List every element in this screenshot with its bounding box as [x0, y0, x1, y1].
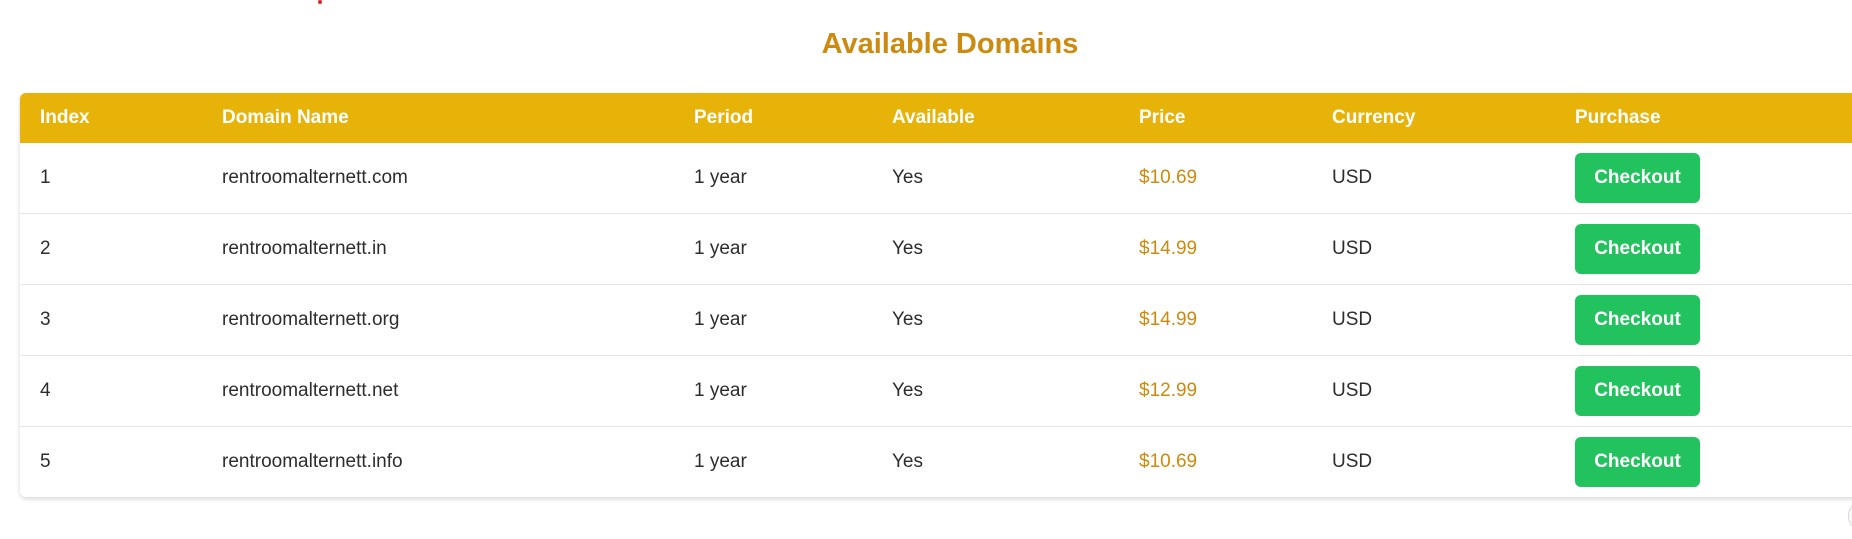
cell-period: 1 year	[674, 143, 872, 214]
header-domain-name: Domain Name	[202, 93, 674, 143]
header-period: Period	[674, 93, 872, 143]
cell-currency: USD	[1312, 213, 1555, 285]
table-row: 1 rentroomalternett.com 1 year Yes $10.6…	[20, 143, 1852, 214]
cell-domain: rentroomalternett.org	[202, 284, 674, 356]
table-row: 3 rentroomalternett.org 1 year Yes $14.9…	[20, 284, 1852, 356]
cell-purchase: Checkout	[1555, 213, 1852, 285]
cell-currency: USD	[1312, 284, 1555, 356]
red-dot-marker	[318, 0, 322, 4]
cell-price: $10.69	[1119, 143, 1312, 214]
cell-period: 1 year	[694, 451, 747, 472]
cell-available: Yes	[872, 284, 1119, 356]
cell-index: 3	[20, 284, 202, 356]
header-available: Available	[872, 93, 1119, 143]
cell-domain: rentroomalternett.info	[222, 451, 403, 472]
page: Available Domains Index Domain Name Peri…	[0, 0, 1852, 539]
cell-period: 1 year	[674, 213, 872, 285]
header-purchase: Purchase	[1555, 93, 1852, 143]
cell-index: 1	[20, 143, 202, 214]
cell-period: 1 year	[674, 284, 872, 356]
checkout-button[interactable]: Checkout	[1575, 437, 1700, 487]
cell-purchase: Checkout	[1555, 284, 1852, 356]
cell-available: Yes	[872, 213, 1119, 285]
checkout-button[interactable]: Checkout	[1575, 366, 1700, 416]
table-row: 4 rentroomalternett.net 1 year Yes $12.9…	[20, 355, 1852, 427]
cell-price: $10.69	[1139, 451, 1198, 472]
cell-domain: rentroomalternett.net	[202, 355, 674, 427]
cell-currency: USD	[1312, 355, 1555, 427]
checkout-button[interactable]: Checkout	[1575, 295, 1700, 345]
header-price: Price	[1119, 93, 1312, 143]
cell-domain: rentroomalternett.com	[202, 143, 674, 214]
cell-price: $14.99	[1119, 213, 1312, 285]
header-index: Index	[20, 93, 202, 143]
cell-index: 4	[20, 355, 202, 427]
cell-available: Yes	[872, 355, 1119, 427]
cell-price: $12.99	[1119, 355, 1312, 427]
cell-price: $14.99	[1119, 284, 1312, 356]
cell-currency: USD	[1332, 451, 1373, 472]
domains-table-card: Index Domain Name Period Available Price…	[20, 93, 1852, 497]
cell-available: Yes	[872, 143, 1119, 214]
checkout-button[interactable]: Checkout	[1575, 153, 1700, 203]
cell-period: 1 year	[674, 355, 872, 427]
table-row: 5 rentroomalternett.info 1 year Yes $10.…	[20, 427, 1852, 498]
cell-purchase: Checkout	[1555, 427, 1852, 498]
cell-index: 2	[20, 213, 202, 285]
cell-available: Yes	[892, 451, 923, 472]
domains-table: Index Domain Name Period Available Price…	[20, 93, 1852, 497]
cell-purchase: Checkout	[1555, 143, 1852, 214]
cell-domain: rentroomalternett.in	[202, 213, 674, 285]
cell-currency: USD	[1312, 143, 1555, 214]
cell-purchase: Checkout	[1555, 355, 1852, 427]
table-header-row: Index Domain Name Period Available Price…	[20, 93, 1852, 143]
table-row: 2 rentroomalternett.in 1 year Yes $14.99…	[20, 213, 1852, 285]
checkout-button[interactable]: Checkout	[1575, 224, 1700, 274]
header-currency: Currency	[1312, 93, 1555, 143]
cell-index: 5	[40, 451, 51, 472]
scroll-to-top-button[interactable]	[1848, 500, 1852, 532]
page-title: Available Domains	[821, 28, 1079, 60]
